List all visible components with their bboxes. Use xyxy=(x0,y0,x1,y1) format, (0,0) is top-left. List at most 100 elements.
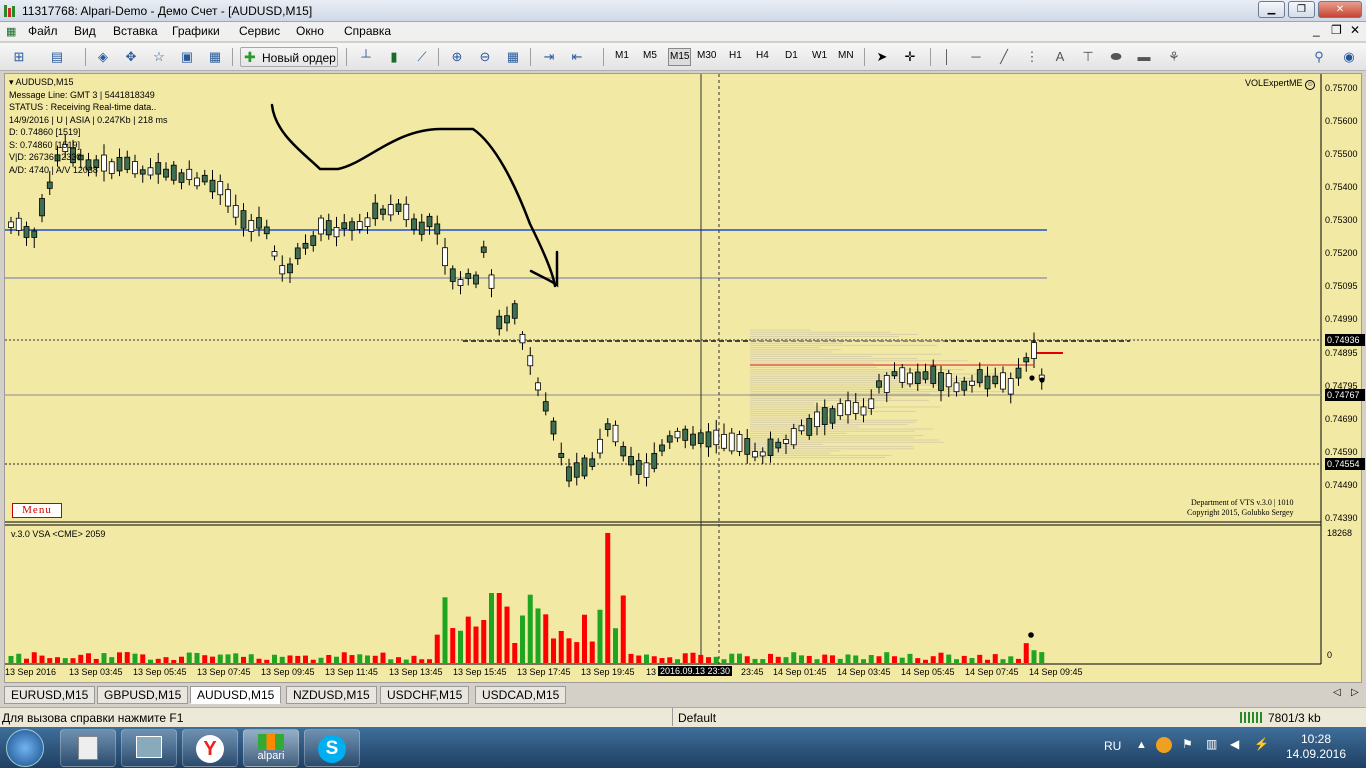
fibonacci-icon[interactable]: ⊤ xyxy=(1077,47,1099,67)
candle xyxy=(798,425,805,432)
horizontal-line-icon[interactable]: ─ xyxy=(965,47,987,67)
menu-tools[interactable]: Сервис xyxy=(239,24,280,38)
menu-file[interactable]: Файл xyxy=(28,24,58,38)
tab-usdcad[interactable]: USDCAD,M15 xyxy=(475,686,567,704)
volume-bar xyxy=(334,656,339,663)
zoom-in-icon[interactable]: ⊕ xyxy=(446,47,468,67)
candle xyxy=(821,407,828,425)
time-tick: 13 Sep 11:45 xyxy=(325,667,378,677)
navigator-button[interactable]: ✥ xyxy=(120,47,142,67)
line-chart-button[interactable]: ⟋ xyxy=(411,47,433,67)
terminal-button[interactable]: ▣ xyxy=(176,47,198,67)
price-tick: 0.74390 xyxy=(1325,513,1358,523)
text-tool-icon[interactable]: A xyxy=(1049,47,1071,67)
community-icon[interactable]: ◉ xyxy=(1338,47,1360,67)
auto-scroll-button[interactable]: ⇥ xyxy=(538,47,560,67)
price-chart[interactable] xyxy=(5,74,1363,684)
strategy-tester-button[interactable]: ▦ xyxy=(204,47,226,67)
volume-bar xyxy=(326,654,332,663)
mdi-minimize-button[interactable]: _ xyxy=(1313,23,1320,37)
candle xyxy=(612,424,619,443)
candlestick-button[interactable]: ▮ xyxy=(383,47,405,67)
vertical-line-icon[interactable]: │ xyxy=(936,47,958,67)
tray-app-icon[interactable] xyxy=(1156,737,1172,753)
candle xyxy=(263,226,270,235)
menu-help[interactable]: Справка xyxy=(344,24,391,38)
start-orb-icon[interactable] xyxy=(6,729,44,767)
candle xyxy=(566,466,572,482)
rectangle-icon[interactable]: ▬ xyxy=(1133,47,1155,67)
remote-desktop-icon[interactable] xyxy=(121,729,177,767)
price-tick: 0.75700 xyxy=(1325,83,1358,93)
chart-shift-button[interactable]: ⇤ xyxy=(566,47,588,67)
menu-insert[interactable]: Вставка xyxy=(113,24,158,38)
crosshair-icon[interactable]: ✛ xyxy=(899,47,921,67)
mdi-close-button[interactable]: ✕ xyxy=(1350,23,1360,37)
tab-audusd[interactable]: AUDUSD,M15 xyxy=(190,686,282,704)
tf-m30[interactable]: M30 xyxy=(697,48,716,64)
menu-window[interactable]: Окно xyxy=(296,24,324,38)
tab-eurusd[interactable]: EURUSD,M15 xyxy=(4,686,96,704)
tf-mn[interactable]: MN xyxy=(838,48,854,64)
tile-windows-button[interactable]: ▦ xyxy=(502,47,524,67)
tab-nzdusd[interactable]: NZDUSD,M15 xyxy=(286,686,377,704)
volume-bar xyxy=(574,642,580,663)
clock[interactable]: 10:28 14.09.2016 xyxy=(1276,732,1356,762)
close-button[interactable]: ✕ xyxy=(1318,1,1362,18)
volume-bar xyxy=(450,628,456,663)
candle xyxy=(589,458,596,467)
chart-info-panel: ▾ AUDUSD,M15 Message Line: GMT 3 | 54418… xyxy=(9,76,167,176)
favorites-button[interactable]: ☆ xyxy=(148,47,170,67)
calculator-icon[interactable] xyxy=(60,729,116,767)
tray-flag-icon[interactable]: ⚑ xyxy=(1182,737,1193,751)
language-indicator[interactable]: RU xyxy=(1104,739,1121,753)
market-watch-button[interactable]: ◈ xyxy=(92,47,114,67)
tab-usdchf[interactable]: USDCHF,M15 xyxy=(380,686,470,704)
tf-h4[interactable]: H4 xyxy=(756,48,769,64)
volume-bar xyxy=(589,641,595,663)
zoom-out-icon[interactable]: ⊖ xyxy=(474,47,496,67)
tray-expand-icon[interactable]: ▲ xyxy=(1136,739,1147,751)
profiles-button[interactable]: ▤ xyxy=(46,47,68,67)
price-label-support: 0.74554 xyxy=(1325,458,1365,470)
chart-window[interactable]: ▾ AUDUSD,M15 Message Line: GMT 3 | 54418… xyxy=(4,73,1365,684)
candle xyxy=(852,402,859,414)
tab-scroll-right-icon[interactable]: ▷ xyxy=(1351,687,1359,698)
menu-view[interactable]: Вид xyxy=(74,24,96,38)
candle xyxy=(232,205,239,218)
new-order-button[interactable]: ✚ Новый ордер xyxy=(240,47,338,67)
network-icon[interactable]: ▥ xyxy=(1206,737,1217,751)
tf-d1[interactable]: D1 xyxy=(785,48,798,64)
trendline-icon[interactable]: ╱ xyxy=(993,47,1015,67)
equidistant-channel-icon[interactable]: ⋮ xyxy=(1021,47,1043,67)
volume-icon[interactable]: ◀ xyxy=(1230,737,1239,751)
search-icon[interactable]: ⚲ xyxy=(1308,47,1330,67)
cursor-icon[interactable]: ➤ xyxy=(871,47,893,67)
price-tick: 0.75500 xyxy=(1325,149,1358,159)
alpari-app-icon[interactable]: alpari xyxy=(243,729,299,767)
tf-h1[interactable]: H1 xyxy=(729,48,742,64)
ellipse-icon[interactable]: ⬬ xyxy=(1105,47,1127,67)
tf-m5[interactable]: M5 xyxy=(643,48,657,64)
skype-icon[interactable]: S xyxy=(304,729,360,767)
tf-m1[interactable]: M1 xyxy=(615,48,629,64)
mdi-restore-button[interactable]: ❐ xyxy=(1331,23,1342,37)
volume-bar xyxy=(186,652,192,663)
tab-gbpusd[interactable]: GBPUSD,M15 xyxy=(97,686,189,704)
menu-charts[interactable]: Графики xyxy=(172,24,220,38)
candle xyxy=(922,371,929,380)
minimize-button[interactable]: ▁ xyxy=(1258,1,1285,18)
power-icon[interactable]: ⚡ xyxy=(1254,737,1269,751)
new-chart-button[interactable]: ⊞ xyxy=(8,47,30,67)
menu-button[interactable]: Menu xyxy=(12,503,62,518)
tab-scroll-left-icon[interactable]: ◁ xyxy=(1333,687,1341,698)
bar-chart-button[interactable]: ┴ xyxy=(355,47,377,67)
tf-w1[interactable]: W1 xyxy=(812,48,827,64)
smiley-icon: ☺ xyxy=(1305,80,1316,90)
volume-bar xyxy=(930,656,936,663)
candle xyxy=(907,372,913,385)
maximize-button[interactable]: ❐ xyxy=(1288,1,1315,18)
arrows-menu-icon[interactable]: ⚘ xyxy=(1163,47,1185,67)
tf-m15[interactable]: M15 xyxy=(668,48,692,66)
yandex-browser-icon[interactable]: Y xyxy=(182,729,238,767)
